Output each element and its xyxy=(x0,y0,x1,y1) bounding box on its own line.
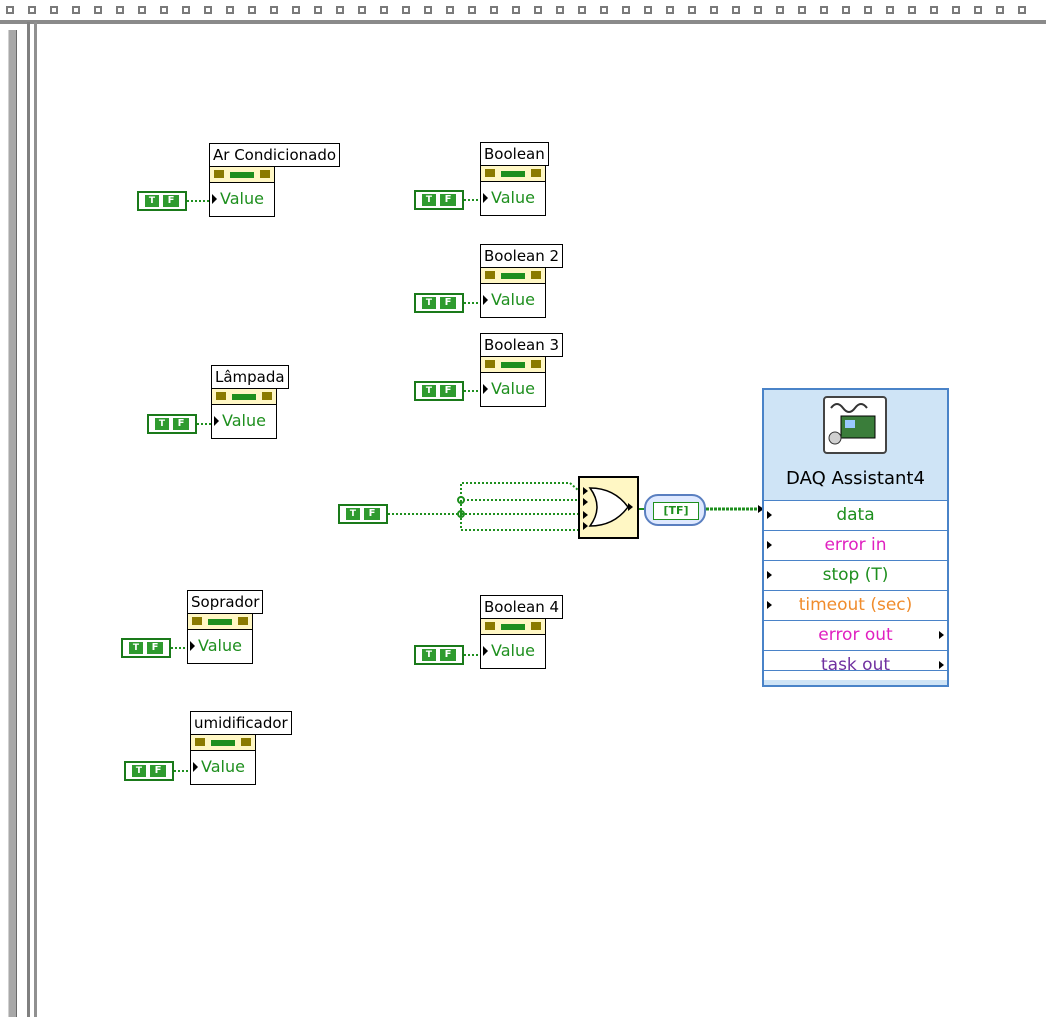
property-value[interactable]: Value xyxy=(481,635,545,667)
property-node-label: Boolean 3 xyxy=(480,333,564,357)
boolean-constant-boolean-3[interactable]: TF xyxy=(414,381,464,401)
wire-or-input-1 xyxy=(460,482,579,514)
terminal-error-in[interactable]: error in xyxy=(764,530,947,560)
build-array-converter[interactable]: [TF] xyxy=(644,494,706,526)
property-node-label: Ar Condicionado xyxy=(209,143,341,167)
property-node-label: Boolean 4 xyxy=(480,595,564,619)
property-node-icon xyxy=(481,166,545,182)
compound-or-function[interactable] xyxy=(578,476,639,539)
terminal-data[interactable]: data xyxy=(764,500,947,530)
daq-bottom-strip xyxy=(764,670,947,686)
property-node-label: Lâmpada xyxy=(211,365,289,389)
boolean-constant-boolean-2[interactable]: TF xyxy=(414,293,464,313)
daq-assistant-node[interactable]: DAQ Assistant4 data error in stop (T) ti… xyxy=(762,388,949,687)
property-node-label: Soprador xyxy=(187,590,264,614)
boolean-constant-or-input[interactable]: TF xyxy=(338,504,388,524)
boolean-constant-ar-condicionado[interactable]: TF xyxy=(137,191,187,211)
daq-title: DAQ Assistant4 xyxy=(786,468,925,489)
wire-or-input-2 xyxy=(460,499,578,514)
property-node-icon xyxy=(188,614,252,630)
property-value[interactable]: Value xyxy=(481,284,545,316)
property-node-icon xyxy=(212,389,276,405)
property-node-icon xyxy=(191,735,255,751)
terminal-timeout[interactable]: timeout (sec) xyxy=(764,590,947,620)
property-node-label: umidificador xyxy=(190,711,292,735)
or-gate-icon xyxy=(583,487,633,530)
property-node-label: Boolean 2 xyxy=(480,244,564,268)
property-node-icon xyxy=(210,167,274,183)
daq-device-icon xyxy=(823,396,887,454)
property-value[interactable]: Value xyxy=(210,183,274,215)
property-value[interactable]: Value xyxy=(481,373,545,405)
boolean-constant-lampada[interactable]: TF xyxy=(147,414,197,434)
property-node-icon xyxy=(481,357,545,373)
wire-or-input-4 xyxy=(460,514,578,531)
property-value[interactable]: Value xyxy=(191,751,255,783)
boolean-constant-boolean[interactable]: TF xyxy=(414,190,464,210)
property-node-icon xyxy=(481,268,545,284)
terminal-error-out[interactable]: error out xyxy=(764,620,947,650)
property-value[interactable]: Value xyxy=(188,630,252,662)
property-value[interactable]: Value xyxy=(212,405,276,437)
property-value[interactable]: Value xyxy=(481,182,545,214)
boolean-constant-umidificador[interactable]: TF xyxy=(124,761,174,781)
property-node-icon xyxy=(481,619,545,635)
terminal-stop[interactable]: stop (T) xyxy=(764,560,947,590)
boolean-constant-boolean-4[interactable]: TF xyxy=(414,645,464,665)
property-node-label: Boolean xyxy=(480,142,549,166)
boolean-constant-soprador[interactable]: TF xyxy=(121,638,171,658)
